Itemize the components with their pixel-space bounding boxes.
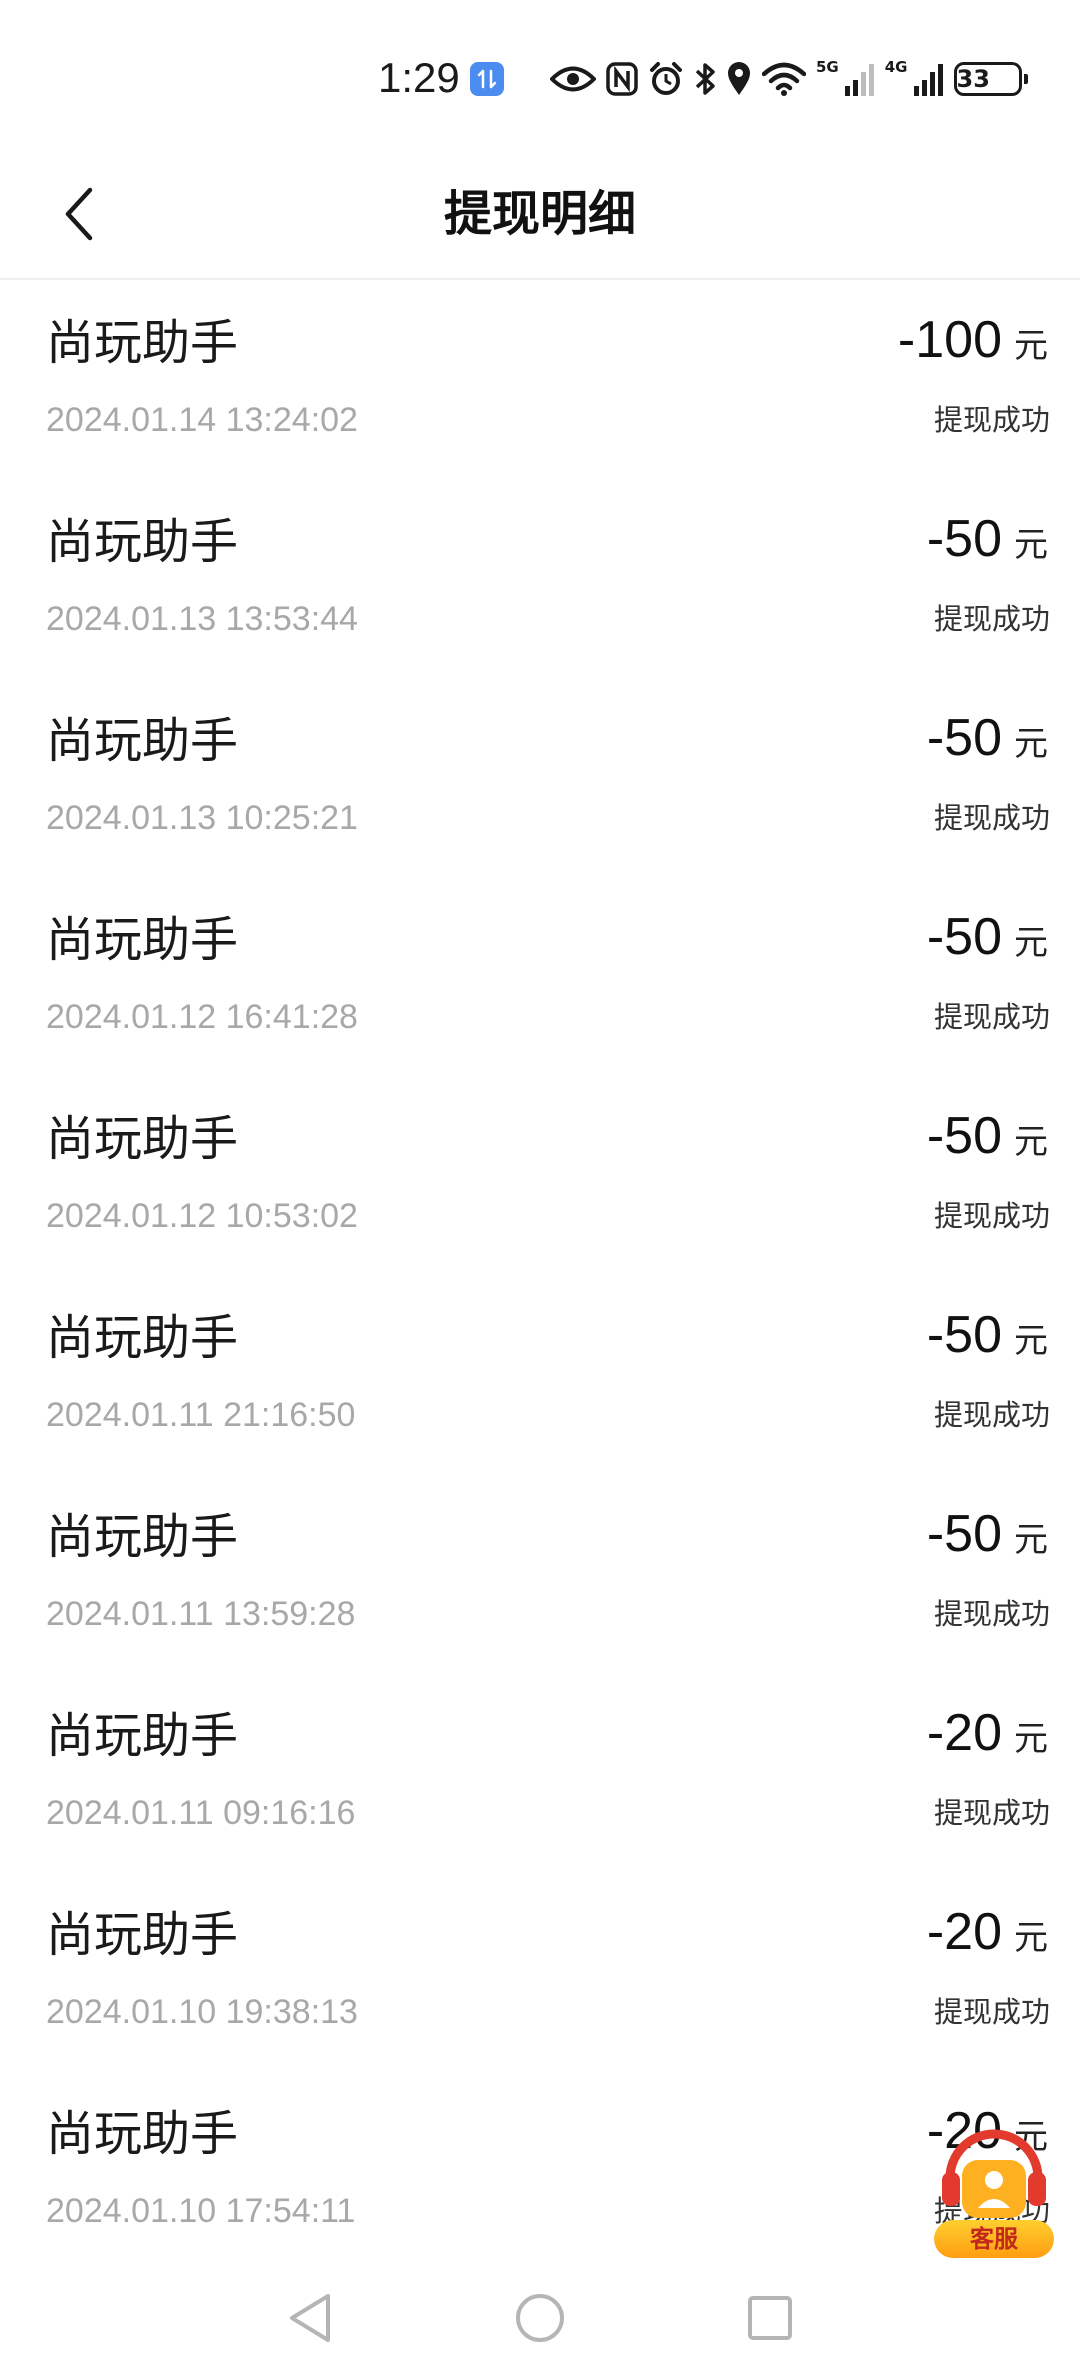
net-5g-label: 5G: [816, 58, 839, 76]
header: 提现明细: [0, 150, 1080, 280]
record-amount: -50: [926, 510, 1002, 568]
net-4g-label: 4G: [884, 58, 908, 76]
eye-icon: [550, 64, 596, 94]
record-item[interactable]: 尚玩助手 2024.01.12 16:41:28 -50 元 提现成功: [0, 879, 1080, 1078]
record-status: 提现成功: [933, 801, 1050, 835]
status-time: 1:29: [378, 54, 460, 101]
record-status: 提现成功: [933, 1597, 1050, 1631]
nfc-icon: [606, 62, 638, 96]
record-unit: 元: [1014, 1520, 1048, 1560]
nav-back-button[interactable]: [274, 2282, 346, 2354]
record-time: 2024.01.11 21:16:50: [46, 1396, 356, 1434]
record-name: 尚玩助手: [46, 713, 239, 769]
record-name: 尚玩助手: [46, 514, 239, 570]
record-item[interactable]: 尚玩助手 2024.01.12 10:53:02 -50 元 提现成功: [0, 1078, 1080, 1277]
record-status: 提现成功: [933, 1995, 1050, 2029]
record-item[interactable]: 尚玩助手 2024.01.11 13:59:28 -50 元 提现成功: [0, 1476, 1080, 1675]
status-icons: 5G 4G 33: [550, 56, 1028, 102]
record-amount-group: -50 元: [927, 1104, 1048, 1168]
record-unit: 元: [1014, 724, 1048, 764]
record-unit: 元: [1014, 326, 1048, 366]
record-time: 2024.01.13 10:25:21: [46, 799, 358, 837]
record-item[interactable]: 尚玩助手 2024.01.11 09:16:16 -20 元 提现成功: [0, 1675, 1080, 1874]
record-time: 2024.01.11 13:59:28: [46, 1595, 356, 1633]
record-time: 2024.01.13 13:53:44: [46, 600, 358, 638]
recents-square-icon: [748, 2296, 792, 2340]
record-amount: -20: [926, 1704, 1002, 1762]
record-status: 提现成功: [933, 1796, 1050, 1830]
record-status: 提现成功: [933, 1398, 1050, 1432]
record-amount-group: -50 元: [927, 1303, 1048, 1367]
record-item[interactable]: 尚玩助手 2024.01.10 17:54:11 -20 元 提现成功: [0, 2073, 1080, 2272]
record-unit: 元: [1014, 1719, 1048, 1759]
signal-icon-4g: [913, 62, 944, 96]
record-name: 尚玩助手: [46, 315, 239, 371]
record-amount-group: -100 元: [898, 308, 1048, 372]
record-amount: -100: [897, 311, 1002, 369]
record-name: 尚玩助手: [46, 1509, 239, 1565]
record-item[interactable]: 尚玩助手 2024.01.10 19:38:13 -20 元 提现成功: [0, 1874, 1080, 2073]
record-amount: -50: [926, 709, 1002, 767]
record-status: 提现成功: [933, 602, 1050, 636]
record-name: 尚玩助手: [46, 912, 239, 968]
data-sync-icon: [470, 62, 504, 96]
home-circle-icon: [516, 2294, 564, 2342]
record-name: 尚玩助手: [46, 2106, 239, 2162]
record-amount: -50: [926, 908, 1002, 966]
record-unit: 元: [1014, 1918, 1048, 1958]
record-time: 2024.01.10 17:54:11: [46, 2192, 356, 2230]
record-time: 2024.01.10 19:38:13: [46, 1993, 358, 2031]
record-amount: -50: [926, 1107, 1002, 1165]
record-time: 2024.01.12 16:41:28: [46, 998, 358, 1036]
record-name: 尚玩助手: [46, 1907, 239, 1963]
status-bar: 1:29 5G 4G 33: [0, 0, 1080, 150]
record-status: 提现成功: [933, 403, 1050, 437]
record-item[interactable]: 尚玩助手 2024.01.11 21:16:50 -50 元 提现成功: [0, 1277, 1080, 1476]
record-unit: 元: [1014, 525, 1048, 565]
record-unit: 元: [1014, 1122, 1048, 1162]
back-triangle-icon: [290, 2294, 330, 2342]
record-status: 提现成功: [933, 1199, 1050, 1233]
location-icon: [726, 61, 752, 97]
record-time: 2024.01.14 13:24:02: [46, 401, 358, 439]
record-status: 提现成功: [933, 1000, 1050, 1034]
wifi-icon: [762, 62, 806, 96]
record-amount: -50: [926, 1306, 1002, 1364]
headset-agent-icon: [942, 2129, 1046, 2218]
page-title: 提现明细: [443, 186, 636, 242]
record-time: 2024.01.12 10:53:02: [46, 1197, 358, 1235]
withdrawal-records-list: 尚玩助手 2024.01.14 13:24:02 -100 元 提现成功 尚玩助…: [0, 282, 1080, 2272]
bluetooth-icon: [694, 61, 716, 97]
record-amount-group: -50 元: [927, 706, 1048, 770]
system-nav-bar: [0, 2260, 1080, 2376]
record-amount-group: -20 元: [927, 1701, 1048, 1765]
record-amount: -20: [926, 1903, 1002, 1961]
record-time: 2024.01.11 09:16:16: [46, 1794, 356, 1832]
nav-home-button[interactable]: [504, 2282, 576, 2354]
record-amount-group: -50 元: [927, 1502, 1048, 1566]
signal-icon-5g: [844, 62, 875, 96]
record-amount-group: -50 元: [927, 905, 1048, 969]
battery-icon: 33: [953, 62, 1028, 96]
nav-recents-button[interactable]: [734, 2282, 806, 2354]
record-amount-group: -50 元: [927, 507, 1048, 571]
record-name: 尚玩助手: [46, 1708, 239, 1764]
record-unit: 元: [1014, 1321, 1048, 1361]
record-unit: 元: [1014, 923, 1048, 963]
record-item[interactable]: 尚玩助手 2024.01.13 13:53:44 -50 元 提现成功: [0, 481, 1080, 680]
record-item[interactable]: 尚玩助手 2024.01.13 10:25:21 -50 元 提现成功: [0, 680, 1080, 879]
customer-service-label: 客服: [934, 2220, 1054, 2258]
record-amount-group: -20 元: [927, 1900, 1048, 1964]
record-amount: -50: [926, 1505, 1002, 1563]
record-item[interactable]: 尚玩助手 2024.01.14 13:24:02 -100 元 提现成功: [0, 282, 1080, 481]
record-name: 尚玩助手: [46, 1310, 239, 1366]
alarm-icon: [648, 61, 684, 97]
record-name: 尚玩助手: [46, 1111, 239, 1167]
customer-service-button[interactable]: 客服: [928, 2112, 1060, 2260]
